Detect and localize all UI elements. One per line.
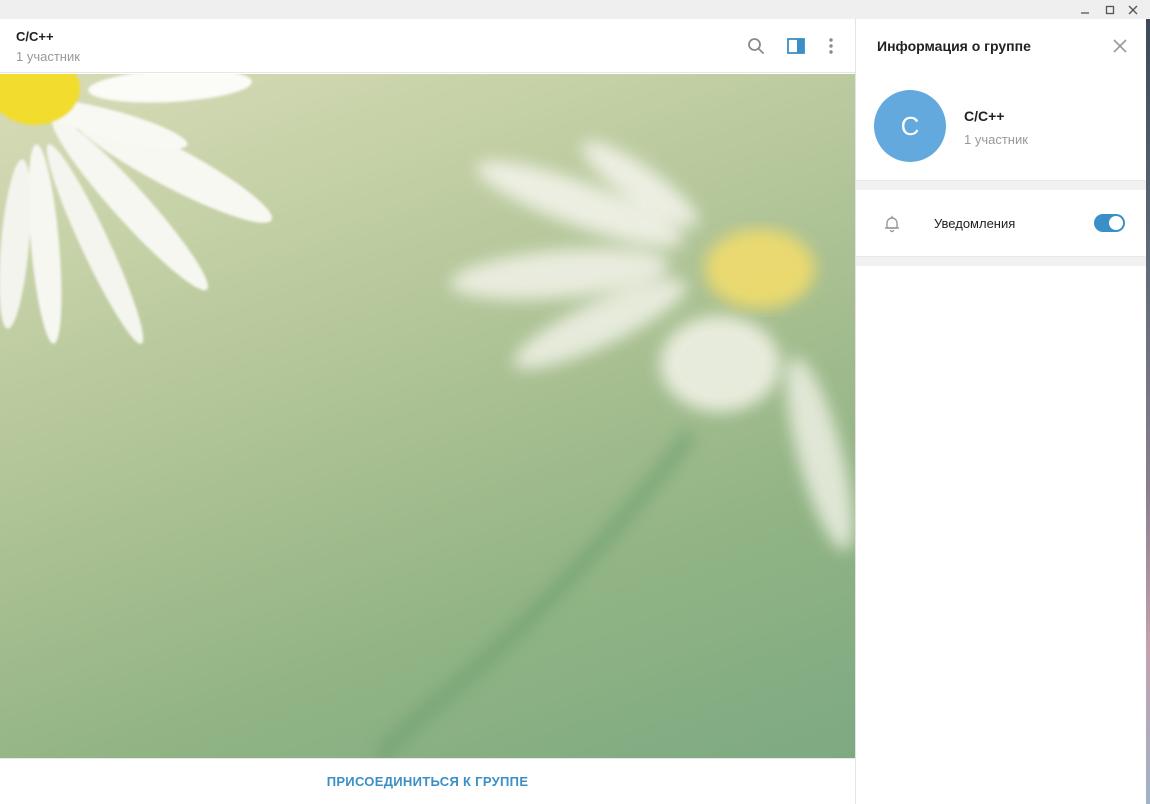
bell-icon bbox=[882, 214, 902, 234]
search-icon[interactable] bbox=[745, 35, 767, 57]
avatar-letter: C bbox=[900, 110, 920, 141]
group-name: C/C++ bbox=[964, 108, 1005, 124]
join-bar: ПРИСОЕДИНИТЬСЯ К ГРУППЕ bbox=[0, 758, 855, 804]
toggle-knob bbox=[1109, 216, 1123, 230]
minimize-icon[interactable] bbox=[1074, 0, 1096, 19]
section-divider bbox=[856, 180, 1146, 190]
notifications-label: Уведомления bbox=[934, 216, 1016, 231]
daisy-wallpaper-image bbox=[0, 74, 854, 758]
more-vertical-icon[interactable] bbox=[820, 35, 842, 57]
group-avatar[interactable]: C bbox=[874, 90, 946, 162]
window-titlebar bbox=[0, 0, 1150, 19]
chat-wallpaper bbox=[0, 74, 855, 758]
notifications-row[interactable]: Уведомления bbox=[856, 190, 1146, 256]
join-group-button[interactable]: ПРИСОЕДИНИТЬСЯ К ГРУППЕ bbox=[327, 774, 529, 789]
notifications-toggle[interactable] bbox=[1094, 214, 1125, 232]
chat-title[interactable]: C/C++ bbox=[16, 29, 54, 44]
desktop-background-edge bbox=[1146, 19, 1150, 804]
close-icon[interactable] bbox=[1122, 0, 1144, 19]
sidebar-toggle-icon[interactable] bbox=[785, 35, 807, 57]
section-divider bbox=[856, 256, 1146, 266]
info-panel-title: Информация о группе bbox=[877, 38, 1031, 54]
group-member-count[interactable]: 1 участник bbox=[964, 132, 1028, 147]
maximize-icon[interactable] bbox=[1099, 0, 1121, 19]
chat-header: C/C++ 1 участник bbox=[0, 19, 855, 73]
close-panel-icon[interactable] bbox=[1110, 36, 1130, 56]
chat-member-count: 1 участник bbox=[16, 49, 80, 64]
group-info-panel: Информация о группе C C/C++ 1 участник У… bbox=[856, 19, 1146, 804]
